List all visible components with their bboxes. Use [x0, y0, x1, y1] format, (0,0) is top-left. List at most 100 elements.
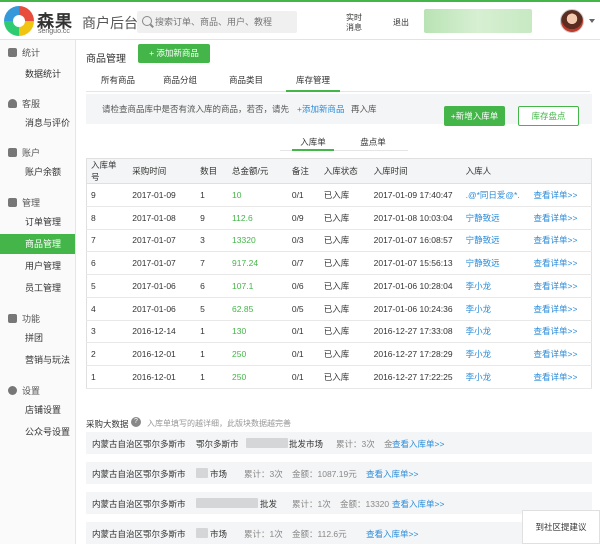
notice-text-end: 再入库	[351, 104, 377, 114]
tab-product-categories[interactable]: 商品类目	[222, 70, 270, 92]
table-cell: 5	[86, 274, 129, 298]
table-row: 4 2017-01-06 5 62.85 0/5 已入库 2017-01-06 10:24:…	[86, 297, 592, 321]
sidebar: 统计 数据统计 客服 消息与评价 账户 账户余额 管理 订单管理 商品管理 用户…	[0, 40, 76, 544]
table-row: 7 2017-01-07 3 13320 0/3 已入库 2017-01-07 16:08:…	[86, 229, 592, 253]
operator-name[interactable]: 宁静致远	[461, 251, 530, 275]
help-icon[interactable]: ?	[131, 417, 141, 427]
table-cell: 已入库	[319, 274, 370, 298]
table-cell: 已入库	[319, 251, 370, 275]
table-cell: 8	[86, 206, 129, 230]
table-cell: 2017-01-09	[128, 183, 197, 207]
view-inbound-link[interactable]: 查看入库单>>	[392, 438, 444, 450]
stock-check-button[interactable]: 库存盘点	[518, 106, 579, 126]
table-cell: 6	[86, 251, 129, 275]
exit-link[interactable]: 退出	[393, 18, 409, 28]
tab-all-products[interactable]: 所有商品	[94, 70, 142, 92]
procurement-row: 内蒙古自治区鄂尔多斯市 市场 累计：1次 金额：112.6元 查看入库单>>	[86, 522, 592, 544]
table-cell: 250	[228, 342, 288, 366]
table-cell: 已入库	[319, 229, 370, 253]
view-details-link[interactable]: 查看详单>>	[529, 365, 592, 389]
chevron-down-icon[interactable]	[589, 19, 595, 23]
sidebar-item-staff[interactable]: 员工管理	[0, 278, 75, 298]
table-cell: 已入库	[319, 297, 370, 321]
view-details-link[interactable]: 查看详单>>	[529, 229, 592, 253]
search-input[interactable]	[155, 11, 295, 33]
realtime-messages-link[interactable]: 实时 消息	[346, 13, 362, 33]
bar-chart-icon	[8, 48, 17, 57]
community-feedback-button[interactable]: 到社区提建议	[522, 510, 600, 544]
redacted-text	[196, 468, 208, 478]
notice-add-product-link[interactable]: +添加新商品	[297, 103, 344, 115]
view-details-link[interactable]: 查看详单>>	[529, 297, 592, 321]
procurement-title: 采购大数据	[86, 419, 129, 429]
sidebar-head-features: 功能	[8, 312, 40, 325]
table-cell: 已入库	[319, 206, 370, 230]
table-cell: 9	[196, 206, 229, 230]
table-cell: 2016-12-27 17:28:29	[369, 342, 462, 366]
subtab-inbound[interactable]: 入库单	[292, 137, 334, 151]
search-box[interactable]	[137, 11, 297, 33]
sidebar-item-users[interactable]: 用户管理	[0, 256, 75, 276]
sidebar-item-store-settings[interactable]: 店铺设置	[0, 400, 75, 420]
operator-name[interactable]: 李小龙	[461, 320, 530, 344]
operator-name[interactable]: 李小龙	[461, 342, 530, 366]
operator-name[interactable]: 宁静致远	[461, 206, 530, 230]
new-inbound-button[interactable]: +新增入库单	[444, 106, 505, 126]
bell-icon	[8, 99, 17, 108]
tab-product-groups[interactable]: 商品分组	[156, 70, 204, 92]
table-cell: 已入库	[319, 320, 370, 344]
view-inbound-link[interactable]: 查看入库单>>	[366, 468, 418, 480]
table-cell: 2016-12-27 17:33:08	[369, 320, 462, 344]
inventory-subtabs: 入库单 盘点单	[280, 137, 408, 151]
table-cell: 10	[228, 183, 288, 207]
sidebar-item-balance[interactable]: 账户余额	[0, 162, 75, 182]
table-cell: 7	[86, 229, 129, 253]
megaphone-icon	[8, 314, 17, 323]
table-row: 2 2016-12-01 1 250 0/1 已入库 2016-12-27 17:28:29…	[86, 342, 592, 366]
sidebar-item-data-stats[interactable]: 数据统计	[0, 64, 75, 84]
sidebar-item-wechat-settings[interactable]: 公众号设置	[0, 422, 75, 442]
view-details-link[interactable]: 查看详单>>	[529, 342, 592, 366]
table-cell: 0/5	[287, 297, 320, 321]
tab-inventory[interactable]: 库存管理	[286, 70, 340, 92]
view-details-link[interactable]: 查看详单>>	[529, 251, 592, 275]
operator-name[interactable]: .@*同日爱@*.	[461, 183, 530, 207]
sidebar-item-marketing[interactable]: 营销与玩法	[0, 350, 75, 370]
table-cell: 9	[86, 183, 129, 207]
table-row: 9 2017-01-09 1 10 0/1 已入库 2017-01-09 17:40:47.…	[86, 183, 592, 207]
table-cell: 5	[196, 297, 229, 321]
table-cell: 2017-01-06	[128, 274, 197, 298]
operator-name[interactable]: 宁静致远	[461, 229, 530, 253]
view-inbound-link[interactable]: 查看入库单>>	[366, 528, 418, 540]
table-cell: 已入库	[319, 365, 370, 389]
avatar[interactable]	[560, 9, 584, 33]
sidebar-item-products[interactable]: 商品管理	[0, 234, 75, 254]
sidebar-head-stats: 统计	[8, 46, 40, 59]
top-bar: 森果 senguo.cc 商户后台 实时 消息 退出	[0, 0, 600, 40]
view-details-link[interactable]: 查看详单>>	[529, 183, 592, 207]
table-row: 1 2016-12-01 1 250 0/1 已入库 2016-12-27 17:22:25…	[86, 365, 592, 389]
table-cell: 2016-12-01	[128, 365, 197, 389]
column-header: 入库状态	[319, 158, 370, 184]
view-details-link[interactable]: 查看详单>>	[529, 320, 592, 344]
add-product-button[interactable]: + 添加新商品	[138, 44, 210, 63]
operator-name[interactable]: 李小龙	[461, 365, 530, 389]
subtab-stock-check[interactable]: 盘点单	[352, 137, 394, 151]
table-header: 入库单号 采购时间 数目 总金额/元 备注 入库状态 入库时间 入库人	[86, 158, 592, 184]
table-cell: 0/7	[287, 251, 320, 275]
sidebar-item-messages[interactable]: 消息与评价	[0, 113, 75, 133]
brand-domain: senguo.cc	[38, 28, 70, 35]
sidebar-item-orders[interactable]: 订单管理	[0, 212, 75, 232]
view-details-link[interactable]: 查看详单>>	[529, 206, 592, 230]
view-details-link[interactable]: 查看详单>>	[529, 274, 592, 298]
table-cell: 2016-12-27 17:22:25	[369, 365, 462, 389]
operator-name[interactable]: 李小龙	[461, 297, 530, 321]
table-cell: 1	[196, 342, 229, 366]
search-icon	[142, 16, 152, 26]
view-inbound-link[interactable]: 查看入库单>>	[392, 498, 444, 510]
senguo-logo[interactable]	[4, 6, 34, 36]
procurement-row: 内蒙古自治区鄂尔多斯市 市场 累计：3次 金额：1087.19元 查看入库单>>	[86, 462, 592, 484]
sidebar-item-group-buy[interactable]: 拼团	[0, 328, 75, 348]
notice-text: 请检查商品库中是否有流入库的商品，若否，请先	[102, 104, 290, 114]
operator-name[interactable]: 李小龙	[461, 274, 530, 298]
